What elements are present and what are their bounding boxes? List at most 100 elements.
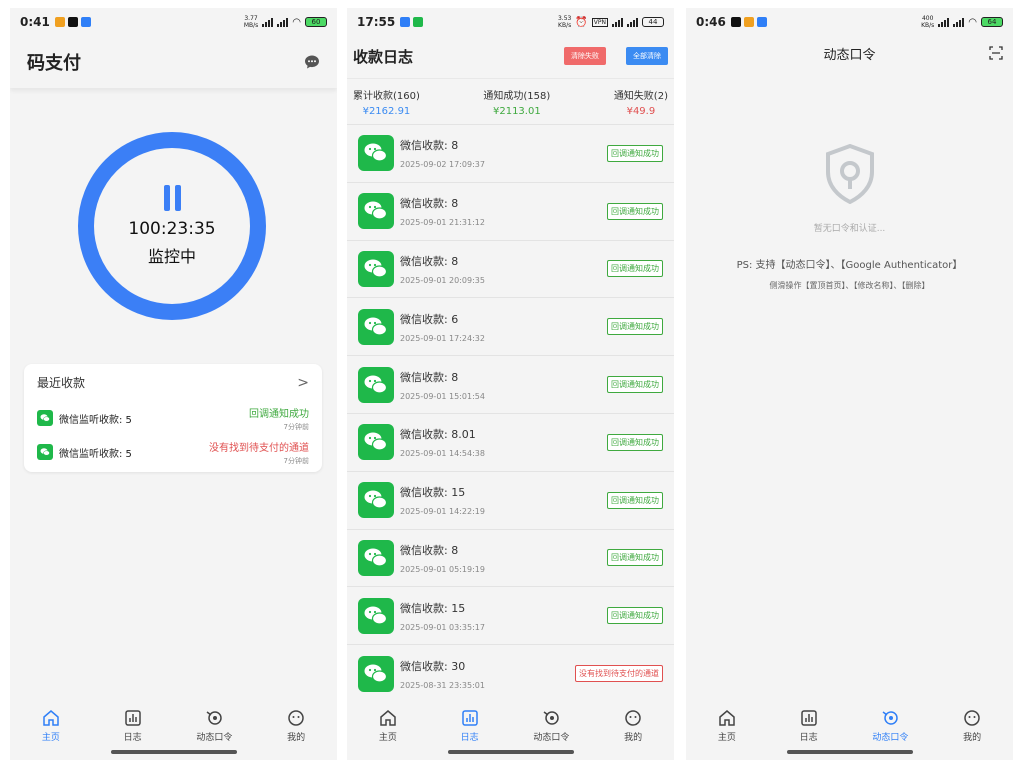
wechat-icon xyxy=(37,444,53,460)
home-icon xyxy=(43,710,59,726)
message-notification-icon xyxy=(80,17,91,27)
wifi-icon: ◠ xyxy=(968,16,977,28)
scan-icon[interactable] xyxy=(989,46,1003,60)
log-item[interactable]: 微信收款: 15 2025-09-01 03:35:17 回调通知成功 xyxy=(347,586,674,645)
tab-log[interactable]: 日志 xyxy=(103,708,163,743)
battery-icon: 64 xyxy=(981,17,1003,27)
app-header: 收款日志 清除失败 全部清除 xyxy=(347,36,674,76)
tab-label: 动态口令 xyxy=(196,733,233,743)
tab-otp[interactable]: 动态口令 xyxy=(860,708,920,743)
log-item[interactable]: 微信收款: 8 2025-09-01 20:09:35 回调通知成功 xyxy=(347,239,674,298)
stats-row: 累计收款(160) ¥2162.91 通知成功(158) ¥2113.01 通知… xyxy=(347,78,674,124)
wechat-icon xyxy=(358,135,394,172)
log-item[interactable]: 微信收款: 30 2025-08-31 23:35:01 没有找到待支付的通道 xyxy=(347,644,674,702)
log-item[interactable]: 微信收款: 15 2025-09-01 14:22:19 回调通知成功 xyxy=(347,470,674,529)
stat-label: 通知成功(158) xyxy=(483,90,551,102)
key-icon xyxy=(882,711,899,725)
alarm-icon: ⏰ xyxy=(575,16,588,28)
battery-icon: 60 xyxy=(305,17,327,27)
wechat-icon xyxy=(358,193,394,230)
status-time: 0:46 xyxy=(696,15,726,29)
recent-item-text: 微信监听收款: 5 xyxy=(59,414,132,426)
log-item[interactable]: 微信收款: 8 2025-09-01 15:01:54 回调通知成功 xyxy=(347,355,674,413)
status-bar: 0:41 3.77 MB/s ◠ 60 xyxy=(10,8,337,36)
home-indicator[interactable] xyxy=(447,750,574,754)
log-list[interactable]: 微信收款: 8 2025-09-02 17:09:37 回调通知成功 微信收款: 82… xyxy=(347,124,674,702)
shield-icon xyxy=(826,144,874,204)
chart-icon xyxy=(461,710,478,726)
tab-home[interactable]: 主页 xyxy=(697,708,757,743)
log-item[interactable]: 微信收款: 8 2025-09-01 05:19:19 回调通知成功 xyxy=(347,528,674,587)
tab-otp[interactable]: 动态口令 xyxy=(521,708,581,743)
tab-label: 主页 xyxy=(41,733,60,743)
log-amount: 微信收款: 8 xyxy=(400,139,459,153)
tab-label: 动态口令 xyxy=(533,733,570,743)
stat-label: 累计收款(160) xyxy=(353,90,420,102)
face-icon xyxy=(964,710,980,726)
tab-label: 日志 xyxy=(460,733,479,743)
app-notification-icon xyxy=(54,17,65,27)
page-title: 收款日志 xyxy=(353,47,414,66)
tab-me[interactable]: 我的 xyxy=(266,708,326,743)
log-item[interactable]: 微信收款: 8 2025-09-01 21:31:12 回调通知成功 xyxy=(347,181,674,240)
callback-status-badge: 回调通知成功 xyxy=(607,318,663,336)
tab-me[interactable]: 我的 xyxy=(603,708,663,743)
callback-status-badge: 回调通知成功 xyxy=(607,549,663,567)
network-speed: 3.53 KB/s xyxy=(557,15,572,29)
tab-label: 日志 xyxy=(799,733,818,743)
recent-item[interactable]: 微信监听收款: 5 没有找到待支付的通道 7分钟前 xyxy=(37,435,309,469)
log-item[interactable]: 微信收款: 8 2025-09-02 17:09:37 回调通知成功 xyxy=(347,124,674,182)
signal-icon xyxy=(938,17,950,27)
clear-failed-button[interactable]: 清除失败 xyxy=(564,47,606,65)
recent-title: 最近收款 xyxy=(37,376,86,390)
tab-log[interactable]: 日志 xyxy=(779,708,839,743)
tiktok-notification-icon xyxy=(67,17,78,27)
vpn-icon: VPN xyxy=(591,17,608,27)
recent-item[interactable]: 微信监听收款: 5 回调通知成功 7分钟前 xyxy=(37,401,309,435)
recent-item-status: 没有找到待支付的通道 xyxy=(209,442,309,454)
log-amount: 微信收款: 8 xyxy=(400,197,459,211)
screen-home: 0:41 3.77 MB/s ◠ 60 码支付 100:23:35 监控中 最近… xyxy=(10,8,337,760)
chart-icon xyxy=(124,710,141,726)
chevron-right-icon[interactable]: > xyxy=(297,375,309,391)
log-date: 2025-08-31 23:35:01 xyxy=(400,680,485,690)
log-amount: 微信收款: 15 xyxy=(400,486,466,500)
status-time: 17:55 xyxy=(357,15,396,29)
log-text: 微信收款: 15 2025-09-01 03:35:17 xyxy=(400,600,485,632)
pause-icon[interactable] xyxy=(163,185,181,211)
log-amount: 微信收款: 8.01 xyxy=(400,428,476,442)
status-bar: 17:55 3.53 KB/s ⏰ VPN 44 xyxy=(347,8,674,36)
clear-all-button[interactable]: 全部清除 xyxy=(626,47,668,65)
home-indicator[interactable] xyxy=(786,750,913,754)
recent-header[interactable]: 最近收款 > xyxy=(37,374,309,391)
chart-icon xyxy=(800,710,817,726)
recent-item-text: 微信监听收款: 5 xyxy=(59,448,132,460)
tab-otp[interactable]: 动态口令 xyxy=(184,708,244,743)
tab-log[interactable]: 日志 xyxy=(440,708,500,743)
screen-otp: 0:46 400 KB/s ◠ 64 动态口令 暂无口令和认证... PS: 支… xyxy=(686,8,1013,760)
signal-icon xyxy=(612,17,623,27)
tab-label: 我的 xyxy=(624,733,643,743)
home-indicator[interactable] xyxy=(110,750,237,754)
callback-status-badge: 回调通知成功 xyxy=(607,607,663,625)
status-right: 400 KB/s ◠ 64 xyxy=(921,15,1003,29)
tab-me[interactable]: 我的 xyxy=(942,708,1002,743)
log-date: 2025-09-01 17:24:32 xyxy=(400,333,485,343)
stat-value: ¥2113.01 xyxy=(492,105,541,117)
wechat-notification-icon xyxy=(413,17,424,27)
tab-label: 主页 xyxy=(378,733,397,743)
tab-home[interactable]: 主页 xyxy=(358,708,418,743)
signal-icon xyxy=(262,17,274,27)
log-amount: 微信收款: 30 xyxy=(400,659,466,673)
face-icon xyxy=(288,710,304,726)
tab-label: 日志 xyxy=(123,733,142,743)
tab-label: 动态口令 xyxy=(872,733,909,743)
monitor-ring[interactable]: 100:23:35 监控中 xyxy=(78,132,266,320)
log-text: 微信收款: 8 2025-09-01 15:01:54 xyxy=(400,369,485,401)
swipe-hint: 侧滑操作【置顶首页】、【修改名称】、【删除】 xyxy=(769,281,930,290)
log-item[interactable]: 微信收款: 8.01 2025-09-01 14:54:38 回调通知成功 xyxy=(347,412,674,471)
chat-icon[interactable] xyxy=(304,54,320,70)
tab-home[interactable]: 主页 xyxy=(21,708,81,743)
log-item[interactable]: 微信收款: 6 2025-09-01 17:24:32 回调通知成功 xyxy=(347,297,674,356)
wechat-icon xyxy=(358,308,394,345)
